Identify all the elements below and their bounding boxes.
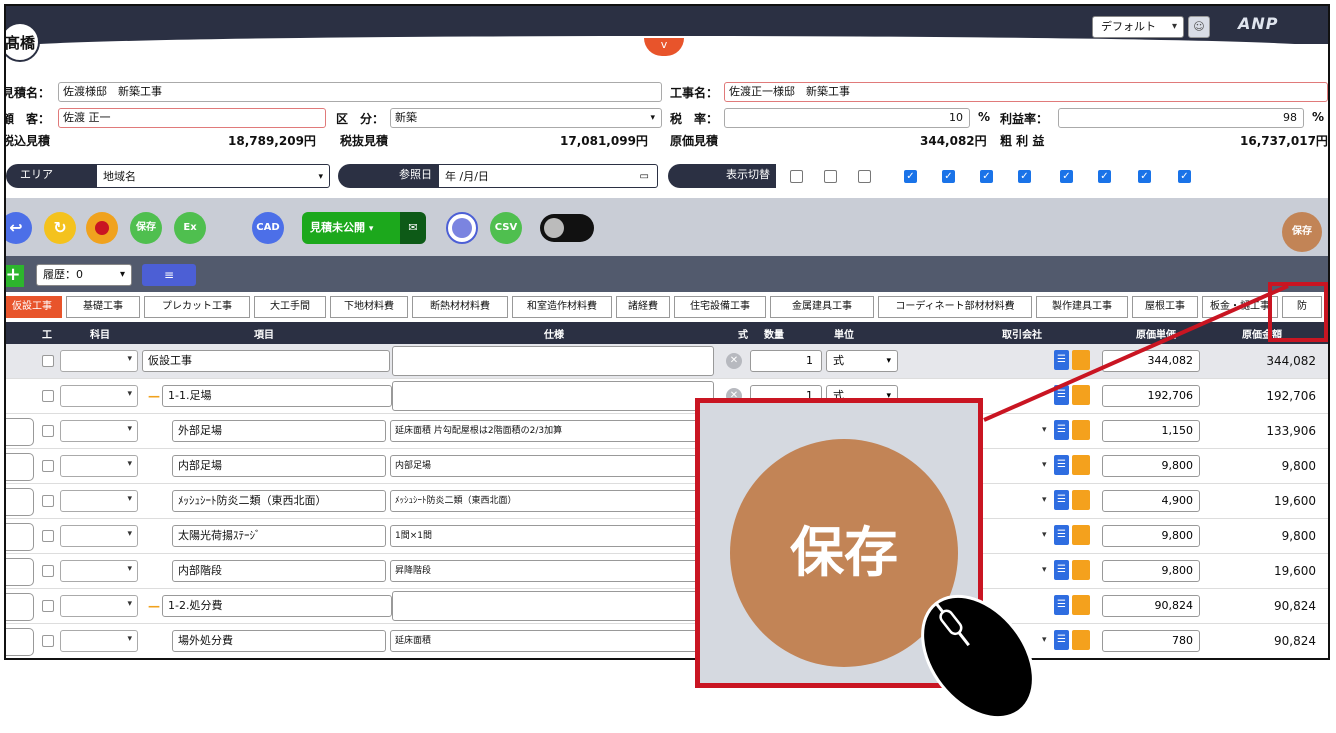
mouse-icon [921,594,1035,720]
callout-connector [983,284,1289,422]
